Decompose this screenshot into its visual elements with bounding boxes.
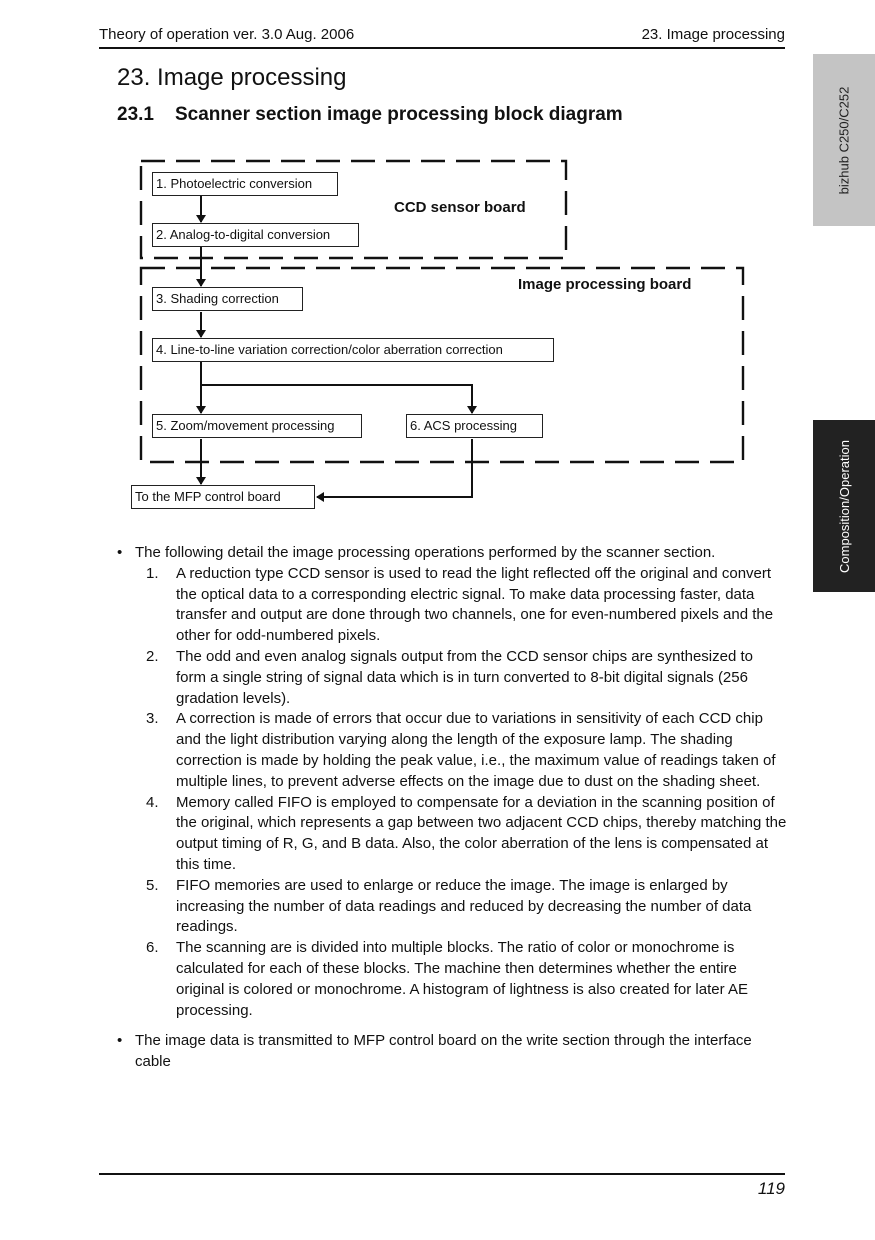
step-number: 6. bbox=[146, 939, 159, 957]
chapter-heading: 23. Image processing bbox=[117, 64, 347, 91]
step-number: 3. bbox=[146, 710, 159, 728]
image-processing-board-label: Image processing board bbox=[518, 276, 692, 293]
section-tab: Composition/Operation bbox=[813, 420, 875, 592]
block-photoelectric-conversion: 1. Photoelectric conversion bbox=[152, 172, 338, 196]
subsection-heading: 23.1 Scanner section image processing blo… bbox=[117, 104, 623, 126]
page-number: 119 bbox=[757, 1179, 785, 1198]
intro-bullet-text: The following detail the image processin… bbox=[135, 544, 716, 561]
step-text: Memory called FIFO is employed to compen… bbox=[176, 793, 787, 873]
step-text: The odd and even analog signals output f… bbox=[176, 647, 754, 707]
block-mfp-control-board: To the MFP control board bbox=[131, 485, 315, 509]
block-acs-processing: 6. ACS processing bbox=[406, 414, 543, 438]
header-document-title: Theory of operation ver. 3.0 Aug. 2006 bbox=[99, 26, 355, 43]
arrow-6-to-output bbox=[316, 439, 473, 502]
list-item: 1. A reduction type CCD sensor is used to… bbox=[135, 564, 787, 647]
block-line-to-line-correction: 4. Line-to-line variation correction/col… bbox=[152, 338, 554, 362]
steps-list: 1. A reduction type CCD sensor is used to… bbox=[117, 564, 787, 1022]
list-item: 6. The scanning are is divided into multi… bbox=[135, 938, 787, 1021]
subsection-number: 23.1 bbox=[117, 104, 154, 125]
page-footer: 119 bbox=[99, 1173, 785, 1198]
final-bullet-text: The image data is transmitted to MFP con… bbox=[135, 1032, 752, 1071]
body-text: • The following detail the image process… bbox=[117, 543, 787, 1073]
list-item: 5. FIFO memories are used to enlarge or r… bbox=[135, 876, 787, 938]
step-text: A reduction type CCD sensor is used to r… bbox=[176, 564, 774, 645]
arrow-4-to-6 bbox=[201, 384, 477, 414]
step-number: 1. bbox=[146, 564, 159, 582]
list-item: 2. The odd and even analog signals output… bbox=[135, 647, 787, 709]
step-text: A correction is made of errors that occu… bbox=[176, 710, 776, 790]
block-shading-correction: 3. Shading correction bbox=[152, 287, 303, 311]
step-text: The scanning are is divided into multipl… bbox=[176, 939, 748, 1019]
step-number: 5. bbox=[146, 876, 159, 894]
bullet-symbol: • bbox=[117, 544, 123, 561]
list-item: 4. Memory called FIFO is employed to comp… bbox=[135, 793, 787, 876]
header-chapter-title: 23. Image processing bbox=[641, 26, 785, 43]
block-analog-to-digital-conversion: 2. Analog-to-digital conversion bbox=[152, 223, 359, 247]
step-number: 4. bbox=[146, 793, 159, 811]
final-bullet: • The image data is transmitted to MFP c… bbox=[117, 1031, 787, 1073]
block-zoom-movement-processing: 5. Zoom/movement processing bbox=[152, 414, 362, 438]
ccd-sensor-board-label: CCD sensor board bbox=[394, 199, 526, 216]
step-number: 2. bbox=[146, 647, 159, 665]
intro-bullet: • The following detail the image process… bbox=[117, 543, 787, 564]
step-text: FIFO memories are used to enlarge or red… bbox=[176, 876, 752, 936]
bullet-symbol: • bbox=[117, 1032, 123, 1050]
model-tab-label: bizhub C250/C252 bbox=[836, 86, 852, 194]
list-item: 3. A correction is made of errors that oc… bbox=[135, 709, 787, 792]
subsection-title: Scanner section image processing block d… bbox=[175, 104, 623, 125]
section-tab-label: Composition/Operation bbox=[836, 439, 852, 573]
model-tab: bizhub C250/C252 bbox=[813, 54, 875, 226]
running-header: Theory of operation ver. 3.0 Aug. 2006 2… bbox=[99, 25, 785, 49]
